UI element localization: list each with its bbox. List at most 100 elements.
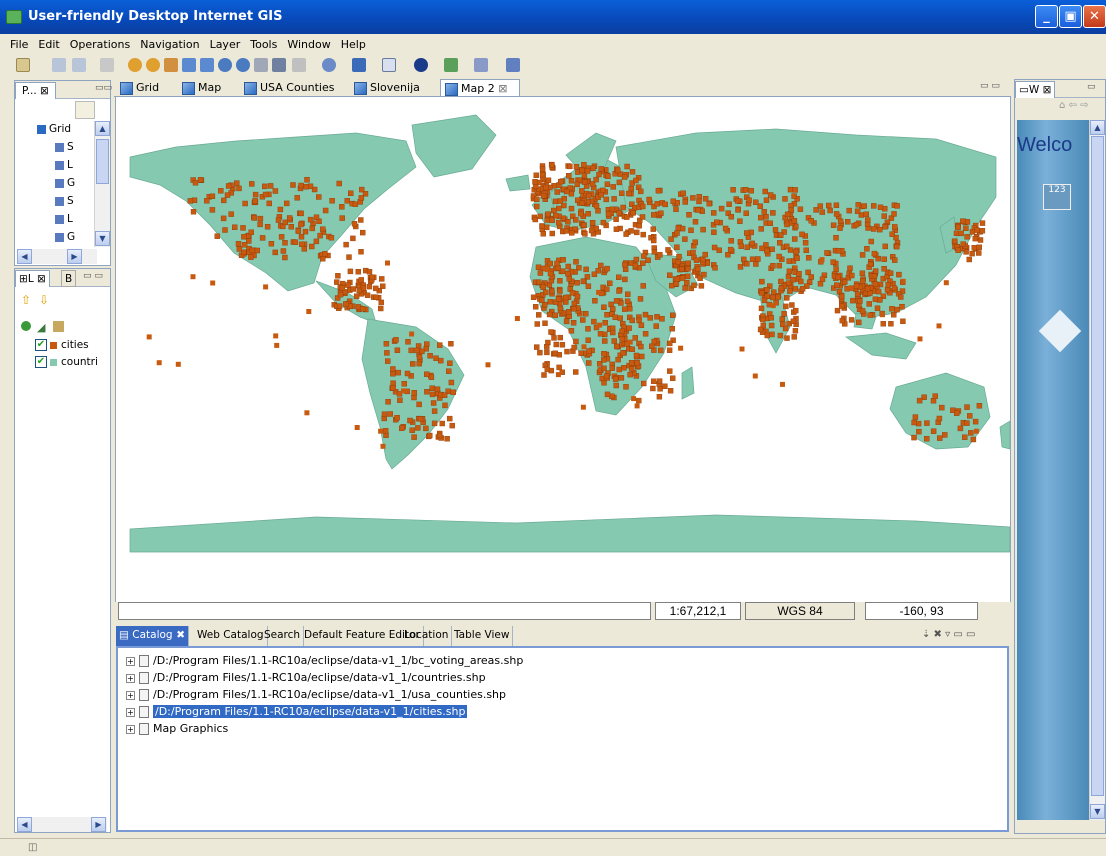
city-marker[interactable] xyxy=(584,168,591,174)
city-marker[interactable] xyxy=(915,420,922,427)
city-marker[interactable] xyxy=(537,270,544,276)
city-marker[interactable] xyxy=(887,270,894,276)
city-marker[interactable] xyxy=(924,436,930,442)
city-marker[interactable] xyxy=(960,218,966,224)
city-marker[interactable] xyxy=(378,305,384,312)
city-marker[interactable] xyxy=(847,265,853,271)
city-marker[interactable] xyxy=(605,173,611,180)
city-marker[interactable] xyxy=(549,217,555,223)
city-marker[interactable] xyxy=(692,239,698,245)
city-marker[interactable] xyxy=(369,274,376,281)
city-marker[interactable] xyxy=(711,210,717,216)
city-marker[interactable] xyxy=(427,353,433,359)
city-marker[interactable] xyxy=(888,321,894,327)
country-shape[interactable] xyxy=(681,366,695,400)
city-marker[interactable] xyxy=(682,285,688,291)
city-marker[interactable] xyxy=(850,297,856,304)
city-marker[interactable] xyxy=(343,241,349,248)
catalog-item[interactable]: + /D:/Program Files/1.1-RC10a/eclipse/dat… xyxy=(126,652,523,669)
catalog-item[interactable]: + /D:/Program Files/1.1-RC10a/eclipse/dat… xyxy=(126,686,506,703)
city-marker[interactable] xyxy=(434,386,441,392)
city-marker[interactable] xyxy=(405,339,411,345)
city-marker[interactable] xyxy=(592,297,598,304)
tab-search[interactable]: Search xyxy=(261,626,305,646)
city-marker[interactable] xyxy=(667,340,673,347)
city-marker[interactable] xyxy=(894,306,900,313)
city-marker[interactable] xyxy=(275,217,282,223)
city-marker[interactable] xyxy=(350,235,356,242)
city-marker[interactable] xyxy=(655,187,662,194)
city-marker[interactable] xyxy=(586,360,592,366)
panel-minmax-icon[interactable]: ▭▭ xyxy=(95,83,112,93)
city-marker[interactable] xyxy=(968,430,974,436)
city-marker[interactable] xyxy=(891,312,897,318)
city-marker[interactable] xyxy=(384,350,390,356)
city-marker[interactable] xyxy=(190,208,197,215)
city-marker[interactable] xyxy=(272,249,279,256)
panel-minmax-icon[interactable]: ▭ xyxy=(1087,82,1096,92)
city-marker[interactable] xyxy=(653,323,659,329)
city-marker[interactable] xyxy=(796,271,802,277)
city-marker[interactable] xyxy=(752,373,758,379)
city-marker[interactable] xyxy=(339,215,345,221)
city-marker[interactable] xyxy=(236,185,242,192)
city-marker[interactable] xyxy=(706,200,712,207)
city-marker[interactable] xyxy=(596,289,602,295)
city-marker[interactable] xyxy=(953,230,960,237)
city-marker[interactable] xyxy=(641,380,647,387)
city-marker[interactable] xyxy=(536,312,542,318)
city-marker[interactable] xyxy=(712,265,718,271)
city-marker[interactable] xyxy=(839,317,845,324)
city-marker[interactable] xyxy=(622,276,628,283)
city-marker[interactable] xyxy=(439,420,445,427)
city-marker[interactable] xyxy=(358,195,365,201)
city-marker[interactable] xyxy=(881,213,887,219)
city-marker[interactable] xyxy=(187,198,194,204)
city-marker[interactable] xyxy=(640,203,646,210)
city-marker[interactable] xyxy=(573,259,579,265)
city-marker[interactable] xyxy=(738,243,744,249)
city-marker[interactable] xyxy=(585,283,592,289)
city-marker[interactable] xyxy=(632,262,639,269)
city-marker[interactable] xyxy=(568,177,575,184)
city-marker[interactable] xyxy=(383,432,389,438)
add-layer-icon[interactable] xyxy=(21,321,31,331)
city-marker[interactable] xyxy=(610,306,616,312)
welcome-scrollbar[interactable]: ▲ ▼ xyxy=(1089,120,1105,820)
city-marker[interactable] xyxy=(972,418,979,425)
city-marker[interactable] xyxy=(585,210,591,217)
city-marker[interactable] xyxy=(605,211,612,217)
city-marker[interactable] xyxy=(534,344,540,350)
tab-map[interactable]: Map xyxy=(178,79,233,96)
city-marker[interactable] xyxy=(578,350,584,356)
zoom-in-icon[interactable] xyxy=(218,58,232,72)
city-marker[interactable] xyxy=(209,193,216,200)
city-marker[interactable] xyxy=(700,226,706,233)
city-marker[interactable] xyxy=(793,248,799,255)
city-marker[interactable] xyxy=(561,202,567,209)
city-marker[interactable] xyxy=(634,229,640,236)
city-marker[interactable] xyxy=(557,305,564,311)
city-marker[interactable] xyxy=(859,252,866,258)
city-marker[interactable] xyxy=(651,338,657,345)
city-marker[interactable] xyxy=(590,165,596,171)
city-marker[interactable] xyxy=(573,338,579,345)
tab-catalog[interactable]: ▤ Catalog ✖ xyxy=(116,626,190,646)
city-marker[interactable] xyxy=(585,326,591,332)
menu-item-operations[interactable]: Operations xyxy=(70,36,130,54)
city-marker[interactable] xyxy=(358,217,364,223)
city-marker[interactable] xyxy=(695,207,701,213)
city-marker[interactable] xyxy=(776,253,782,260)
city-marker[interactable] xyxy=(261,183,268,190)
city-marker[interactable] xyxy=(798,278,804,285)
catalog-toolbar-icons[interactable]: ⇣ ✖ ▿ ▭ ▭ xyxy=(922,629,975,640)
city-marker[interactable] xyxy=(758,290,765,296)
city-marker[interactable] xyxy=(964,404,970,410)
city-marker[interactable] xyxy=(877,296,883,303)
city-marker[interactable] xyxy=(581,344,587,350)
city-marker[interactable] xyxy=(651,249,658,255)
city-marker[interactable] xyxy=(803,247,809,254)
city-marker[interactable] xyxy=(735,207,741,213)
city-marker[interactable] xyxy=(639,353,645,360)
city-marker[interactable] xyxy=(547,298,553,305)
